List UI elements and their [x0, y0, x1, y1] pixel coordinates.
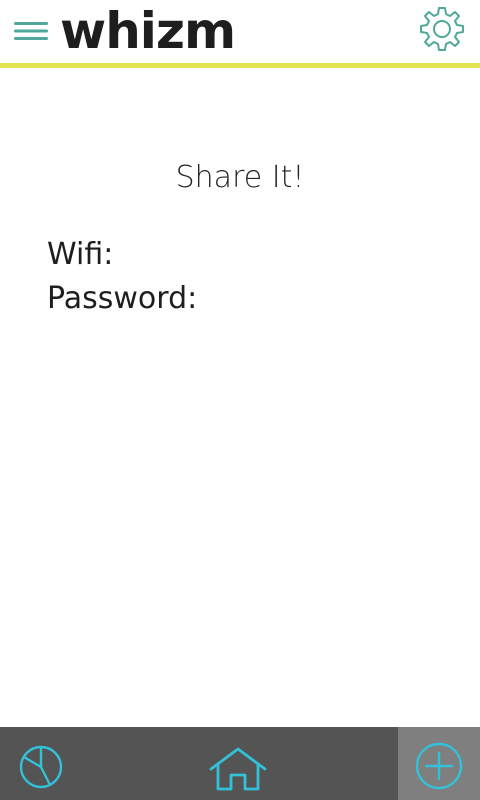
bottom-nav-bar	[0, 727, 480, 800]
menu-button[interactable]	[14, 20, 48, 42]
top-app-bar: whizm	[0, 0, 480, 63]
app-screen: whizm Share It! Wifi: Password:	[0, 0, 480, 800]
plus-circle-icon	[415, 742, 463, 790]
home-icon	[209, 747, 267, 791]
password-row: Password:	[47, 281, 205, 316]
nav-home-button[interactable]	[198, 727, 278, 800]
hamburger-menu-icon	[14, 22, 48, 40]
wifi-label: Wifi:	[47, 237, 114, 272]
pie-chart-icon	[19, 745, 63, 789]
wifi-row: Wifi:	[47, 237, 121, 272]
app-logo: whizm	[60, 2, 236, 60]
header-divider	[0, 63, 480, 68]
settings-button[interactable]	[414, 4, 470, 56]
page-title: Share It!	[175, 160, 305, 195]
nav-stats-button[interactable]	[0, 727, 80, 800]
nav-add-button[interactable]	[398, 727, 480, 800]
password-label: Password:	[47, 281, 198, 316]
gear-icon	[420, 7, 464, 51]
